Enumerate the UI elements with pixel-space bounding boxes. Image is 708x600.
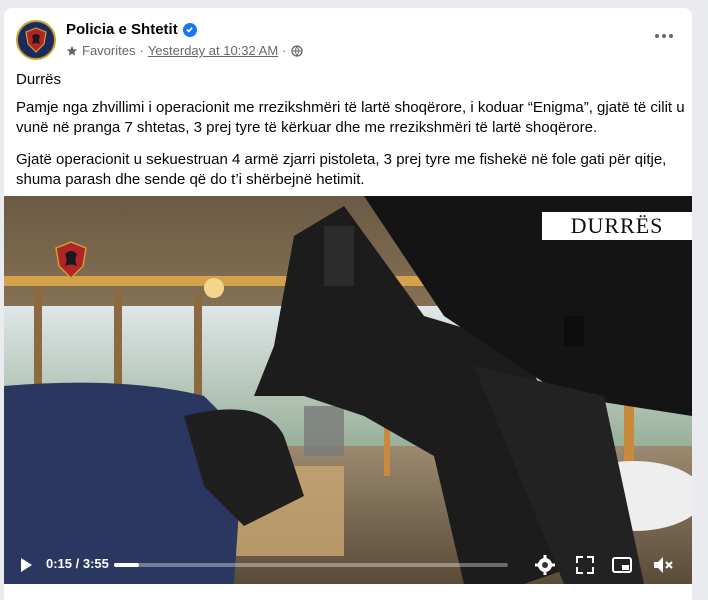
settings-icon[interactable] (534, 554, 556, 576)
post-meta: Favorites · Yesterday at 10:32 AM · (66, 43, 303, 58)
video-controls: 0:15 / 3:55 (4, 544, 692, 584)
pip-icon[interactable] (611, 554, 633, 576)
post-paragraph-1: Pamje nga zhvillimi i operacionit me rre… (16, 99, 685, 136)
post-paragraph-2: Gjatë operacionit u sekuestruan 4 armë z… (16, 151, 667, 188)
volume-muted-icon[interactable] (652, 554, 674, 576)
star-icon (66, 45, 78, 56)
post-card: Policia e Shtetit Favorites · Yesterday … (4, 8, 692, 600)
video-time: 0:15 / 3:55 (46, 556, 109, 571)
page-name-row: Policia e Shtetit (66, 21, 197, 38)
police-badge-watermark (55, 241, 87, 280)
post-timestamp[interactable]: Yesterday at 10:32 AM (148, 43, 278, 58)
page-avatar[interactable] (16, 20, 56, 60)
video-progress-bar[interactable] (114, 563, 508, 567)
location-overlay-label: DURRËS (542, 212, 692, 240)
favorites-link[interactable]: Favorites (82, 43, 135, 58)
more-icon[interactable] (652, 24, 676, 48)
video-progress-fill (114, 563, 140, 567)
police-emblem-icon (25, 27, 47, 53)
duration: 3:55 (82, 556, 109, 571)
fullscreen-icon[interactable] (574, 554, 596, 576)
verified-icon (182, 22, 197, 37)
globe-icon (290, 44, 303, 57)
meta-separator-2: · (282, 43, 287, 58)
current-time: 0:15 (46, 556, 73, 571)
post-location: Durrës (16, 71, 62, 88)
play-icon[interactable] (18, 557, 34, 573)
video-player[interactable]: DURRËS 0:15 / 3:55 (4, 196, 692, 584)
time-separator: / (72, 556, 83, 571)
post-header: Policia e Shtetit Favorites · Yesterday … (4, 8, 692, 60)
meta-separator: · (139, 43, 144, 58)
page-name-link[interactable]: Policia e Shtetit (66, 21, 178, 38)
video-frame (4, 196, 692, 584)
post-footer (4, 586, 692, 600)
